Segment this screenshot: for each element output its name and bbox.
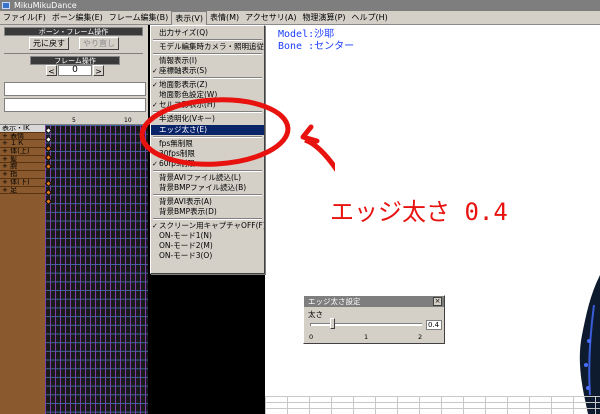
- app-icon: [2, 2, 10, 9]
- menu-frame-edit[interactable]: フレーム編集(B): [106, 11, 172, 25]
- title-bar: MikuMikuDance: [0, 0, 600, 11]
- menu-expression[interactable]: 表情(M): [207, 11, 242, 25]
- slider-thumb[interactable]: [330, 318, 336, 329]
- menu-help[interactable]: ヘルプ(H): [349, 11, 391, 25]
- next-frame-button[interactable]: >: [93, 65, 104, 76]
- bone-row[interactable]: + 髪: [0, 156, 45, 164]
- keyframe-marker[interactable]: [44, 135, 53, 144]
- slider-tick-label: 2: [418, 333, 423, 341]
- redo-button[interactable]: やり直し: [79, 37, 119, 50]
- menu-bone-edit[interactable]: ボーン編集(E): [49, 11, 106, 25]
- bone-name-field[interactable]: [4, 82, 146, 96]
- menu-item-info-display[interactable]: 情報表示(I): [151, 56, 264, 66]
- frame-number-field[interactable]: 0: [58, 65, 92, 76]
- divider: [4, 53, 143, 54]
- bone-row[interactable]: + 指: [0, 171, 45, 179]
- ground-grid: [265, 396, 600, 414]
- bone-info-text: Bone :センター: [278, 41, 355, 52]
- menu-item-axis-display[interactable]: ✓ 座標軸表示(S): [151, 66, 264, 76]
- keyframe-marker[interactable]: [44, 153, 53, 162]
- annotation-text: エッジ太さ 0.4: [330, 198, 508, 226]
- annotation-circle-mark: [139, 97, 335, 172]
- bone-row[interactable]: + 体(上): [0, 148, 45, 156]
- menu-item-bg-avi-show[interactable]: 背景AVI表示(A): [151, 197, 264, 207]
- menu-separator: [153, 53, 262, 55]
- bone-row[interactable]: + 足: [0, 187, 45, 195]
- bone-row[interactable]: + 表情: [0, 133, 45, 141]
- bone-row[interactable]: + ＩＫ: [0, 140, 45, 149]
- ruler-tick-5: 5: [72, 117, 76, 124]
- undo-button[interactable]: 元に戻す: [29, 37, 69, 50]
- frame-info-field[interactable]: [4, 98, 146, 112]
- slider-tick-label: 0: [309, 333, 314, 341]
- keyframe-marker[interactable]: [44, 197, 53, 206]
- model-hair-figure: [579, 275, 600, 414]
- menu-item-mode-3[interactable]: ON-モード3(O): [151, 251, 264, 261]
- menu-file[interactable]: ファイル(F): [0, 11, 49, 25]
- keyframe-marker[interactable]: [44, 126, 53, 135]
- slider-tick-label: 1: [364, 333, 369, 341]
- frame-op-title: フレーム操作: [30, 56, 120, 65]
- edge-width-label: 太さ: [308, 310, 323, 319]
- bone-row[interactable]: + 腕: [0, 163, 45, 172]
- menu-item-output-size[interactable]: 出力サイズ(Q): [151, 28, 264, 38]
- menu-physics[interactable]: 物理演算(P): [299, 11, 348, 25]
- close-icon[interactable]: ×: [433, 297, 442, 306]
- menu-separator: [153, 218, 262, 220]
- window-title: MikuMikuDance: [14, 1, 77, 10]
- slider-track[interactable]: [310, 323, 422, 326]
- bone-row[interactable]: + 体(下): [0, 179, 45, 187]
- menu-accessory[interactable]: アクセサリ(A): [242, 11, 299, 25]
- bone-row[interactable]: 表示・IK: [0, 125, 45, 133]
- model-info-text: Model:沙耶: [278, 29, 335, 40]
- edge-width-input[interactable]: 0.4: [426, 320, 442, 330]
- prev-frame-button[interactable]: <: [46, 65, 57, 76]
- menu-item-mode-2[interactable]: ON-モード2(M): [151, 241, 264, 251]
- edge-width-dialog: エッジ太さ設定 × 太さ 0.4 0 1 2: [303, 295, 445, 344]
- menu-bar: ファイル(F) ボーン編集(E) フレーム編集(B) 表示(V) 表情(M) ア…: [0, 10, 600, 25]
- menu-separator: [153, 77, 262, 79]
- menu-item-screen-capture[interactable]: ✓ スクリーン用キャプチャOFF(F): [151, 221, 264, 231]
- keyframe-marker[interactable]: [44, 179, 53, 188]
- timeline-ruler: 5 10: [0, 117, 148, 125]
- menu-item-mode-1[interactable]: ON-モード1(N): [151, 231, 264, 241]
- menu-separator: [153, 39, 262, 41]
- keyframe-marker[interactable]: [44, 162, 53, 171]
- check-icon: ✓: [152, 222, 158, 230]
- menu-item-bg-bmp-show[interactable]: 背景BMP表示(D): [151, 207, 264, 217]
- dialog-title: エッジ太さ設定: [304, 296, 444, 307]
- menu-item-camera-follow[interactable]: モデル編集時カメラ・照明追従(C): [151, 42, 264, 52]
- bone-frame-section-title: ボーン・フレーム操作: [4, 27, 143, 36]
- menu-view[interactable]: 表示(V): [171, 10, 207, 25]
- keyframe-marker[interactable]: [44, 144, 53, 153]
- keyframe-grid[interactable]: [44, 125, 148, 414]
- check-icon: ✓: [152, 67, 158, 75]
- bone-list: 表示・IK + 表情 + ＩＫ + 体(上) + 髪 + 腕 + 指 + 体(下…: [0, 125, 45, 414]
- keyframe-marker[interactable]: [44, 188, 53, 197]
- ruler-tick-10: 10: [124, 117, 132, 124]
